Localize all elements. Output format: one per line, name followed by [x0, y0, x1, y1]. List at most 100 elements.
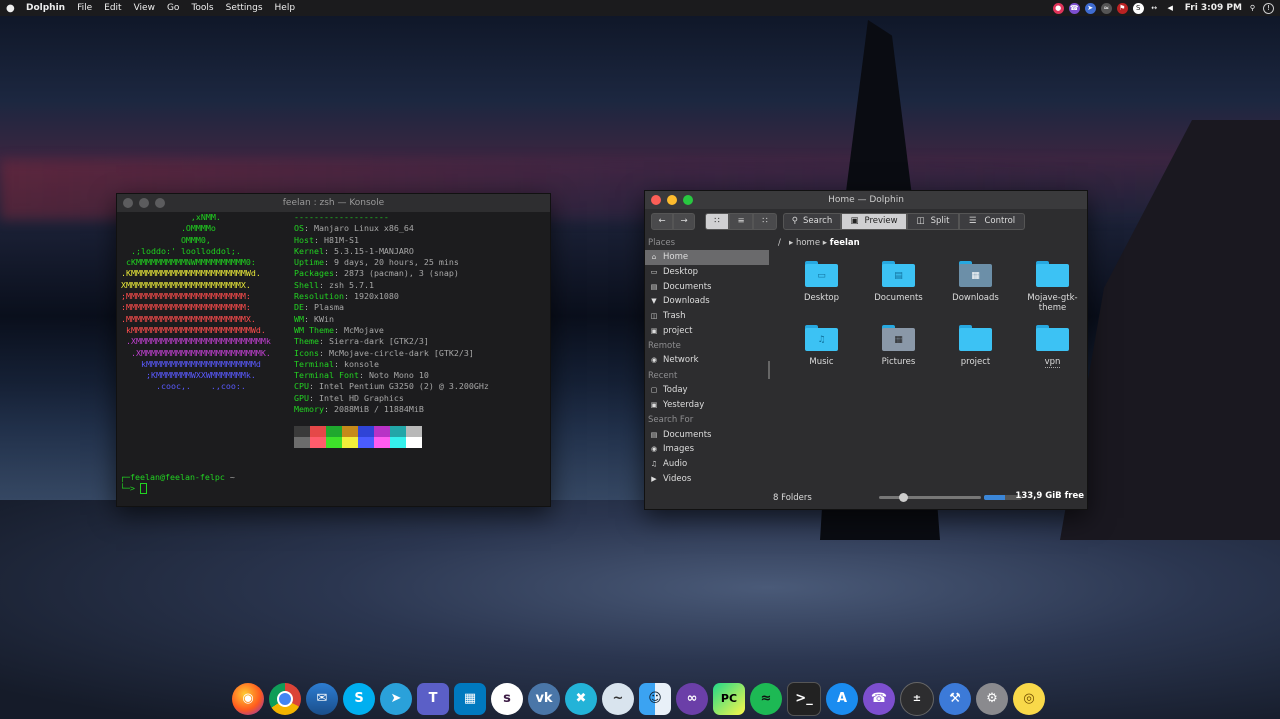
skype-icon[interactable]: S	[343, 682, 375, 715]
connection-arrows-icon[interactable]: ↔	[1149, 3, 1160, 14]
teams-icon[interactable]: T	[417, 682, 449, 715]
ascii-line: .KMMMMMMMMMMMMMMMMMMMMMMMWd.	[121, 268, 261, 279]
viber-tray-icon[interactable]: ☎	[1068, 2, 1080, 14]
folder-project[interactable]: project	[937, 325, 1014, 368]
zoom-slider-handle[interactable]	[899, 493, 909, 502]
sidebar-item-yesterday[interactable]: ▣ Yesterday	[645, 398, 769, 413]
split-button[interactable]: ◫ Split	[907, 212, 959, 230]
dolphin-titlebar[interactable]: Home — Dolphin	[645, 191, 1087, 209]
details-icon: ∷	[762, 216, 768, 226]
forward-button[interactable]: →	[673, 212, 695, 230]
prompt-user: feelan@feelan-felpc	[130, 472, 225, 482]
firefox-icon[interactable]: ◉	[232, 682, 264, 715]
folder-vpn[interactable]: vpn	[1014, 325, 1091, 368]
sidebar-item-label: Documents	[663, 281, 712, 292]
menu-app-name[interactable]: Dolphin	[26, 3, 65, 13]
breadcrumb[interactable]: / ▸ home ▸ feelan	[778, 238, 860, 248]
utilities-icon[interactable]: ⚒	[939, 682, 971, 715]
system-preferences-icon[interactable]: ⚙	[976, 682, 1008, 715]
folder-label: Mojave-gtk-theme	[1027, 293, 1078, 313]
visual-studio-icon[interactable]: ∞	[676, 682, 708, 715]
sidebar-item-desktop[interactable]: ▭ Desktop	[645, 265, 769, 280]
skype-tray-icon[interactable]: S	[1132, 2, 1144, 14]
sidebar-item-search-audio[interactable]: ♫ Audio	[645, 457, 769, 472]
terminal-area[interactable]: ,xNMM. .OMMMMo OMMM0, .;loddo:' loollodd…	[117, 212, 550, 506]
menu-settings[interactable]: Settings	[226, 3, 263, 13]
sidebar-item-project[interactable]: ▣ project	[645, 323, 769, 338]
terminal-icon[interactable]: >_	[787, 681, 821, 716]
palette-swatch	[310, 437, 326, 448]
sidebar-item-trash[interactable]: ◫ Trash	[645, 309, 769, 324]
terminal-cursor	[139, 483, 147, 495]
app-store-icon[interactable]: A	[826, 682, 858, 715]
sidebar-item-downloads[interactable]: ▼ Downloads	[645, 294, 769, 309]
back-button[interactable]: ←	[651, 212, 673, 230]
folder-desktop[interactable]: ▭ Desktop	[783, 261, 860, 313]
pycharm-eap-icon[interactable]: PC	[713, 682, 745, 715]
menu-edit[interactable]: Edit	[104, 3, 121, 13]
thunderbird-icon[interactable]: ✉	[306, 682, 338, 715]
mustache-icon[interactable]: ~	[602, 682, 634, 715]
palette-swatch	[358, 426, 374, 437]
compact-view-button[interactable]: ≡	[729, 212, 753, 230]
slack-icon[interactable]: s	[491, 682, 523, 715]
vk-icon[interactable]: vk	[528, 682, 560, 715]
sidebar-item-today[interactable]: ▢ Today	[645, 383, 769, 398]
details-view-button[interactable]: ∷	[753, 212, 777, 230]
calculator-icon[interactable]: ±	[900, 681, 934, 716]
ascii-line: OMMM0,	[121, 234, 211, 245]
search-icon[interactable]: ⚲	[1247, 3, 1258, 14]
telegram-tray-icon[interactable]: ➤	[1084, 2, 1096, 14]
sidebar-item-network[interactable]: ◉ Network	[645, 353, 769, 368]
info-row: OS: Manjaro Linux x86_64	[294, 223, 414, 234]
breadcrumb-current[interactable]: feelan	[830, 238, 860, 248]
control-button[interactable]: ☰ Control	[959, 212, 1025, 230]
sidebar-item-documents[interactable]: ▤ Documents	[645, 279, 769, 294]
palette-swatch	[294, 437, 310, 448]
sidebar-item-label: Audio	[663, 458, 688, 469]
sidebar-item-search-images[interactable]: ◉ Images	[645, 442, 769, 457]
sidebar-item-home[interactable]: ⌂ Home	[645, 250, 769, 265]
network-tray-icon[interactable]: ≈	[1100, 2, 1112, 14]
us-flag-icon[interactable]: ⚑	[1116, 2, 1128, 14]
info-key: Resolution	[294, 291, 344, 302]
menu-help[interactable]: Help	[275, 3, 296, 13]
chrome-icon[interactable]	[269, 682, 301, 715]
menu-view[interactable]: View	[134, 3, 155, 13]
info-key: OS	[294, 223, 304, 234]
apple-icon[interactable]: ●	[6, 3, 20, 14]
menu-tools[interactable]: Tools	[191, 3, 213, 13]
spotify-icon[interactable]: ≈	[750, 682, 782, 715]
menu-file[interactable]: File	[77, 3, 92, 13]
sidebar-scrollbar[interactable]	[768, 361, 770, 379]
xcode-icon[interactable]: ✖	[565, 682, 597, 715]
sidebar-item-search-videos[interactable]: ▶ Videos	[645, 471, 769, 486]
clock[interactable]: Fri 3:09 PM	[1185, 3, 1242, 13]
telegram-icon[interactable]: ➤	[380, 682, 412, 715]
info-row: Shell: zsh 5.7.1	[294, 279, 374, 290]
folder-music[interactable]: ♫ Music	[783, 325, 860, 368]
zoom-slider[interactable]	[879, 493, 981, 502]
breadcrumb-home[interactable]: home	[796, 238, 820, 248]
viber-icon[interactable]: ☎	[863, 682, 895, 715]
trello-icon[interactable]: ▦	[454, 682, 486, 715]
finder-icon[interactable]: ☺	[639, 682, 671, 715]
sidebar-item-search-documents[interactable]: ▤ Documents	[645, 427, 769, 442]
volume-icon[interactable]: ◀	[1165, 3, 1176, 14]
folder-pictures[interactable]: ▦ Pictures	[860, 325, 937, 368]
folder-mojave-gtk-theme[interactable]: Mojave-gtk-theme	[1014, 261, 1091, 313]
preview-button[interactable]: ▣ Preview	[841, 212, 907, 230]
info-value: H81M-S1	[323, 234, 359, 245]
lightbulb-icon[interactable]: ◎	[1013, 682, 1045, 715]
notification-icon[interactable]: !	[1263, 2, 1274, 14]
search-button[interactable]: ⚲ Search	[783, 212, 841, 230]
folder-label: vpn	[1044, 357, 1061, 368]
icons-view-button[interactable]: ∷	[705, 212, 729, 230]
konsole-titlebar[interactable]: feelan : zsh — Konsole	[117, 194, 550, 212]
breadcrumb-root[interactable]: /	[778, 238, 781, 248]
tray-app-icon[interactable]: ●	[1052, 2, 1064, 14]
folder-downloads[interactable]: ▦ Downloads	[937, 261, 1014, 313]
sidebar-item-label: Trash	[663, 311, 686, 322]
menu-go[interactable]: Go	[167, 3, 179, 13]
folder-documents[interactable]: ▤ Documents	[860, 261, 937, 313]
